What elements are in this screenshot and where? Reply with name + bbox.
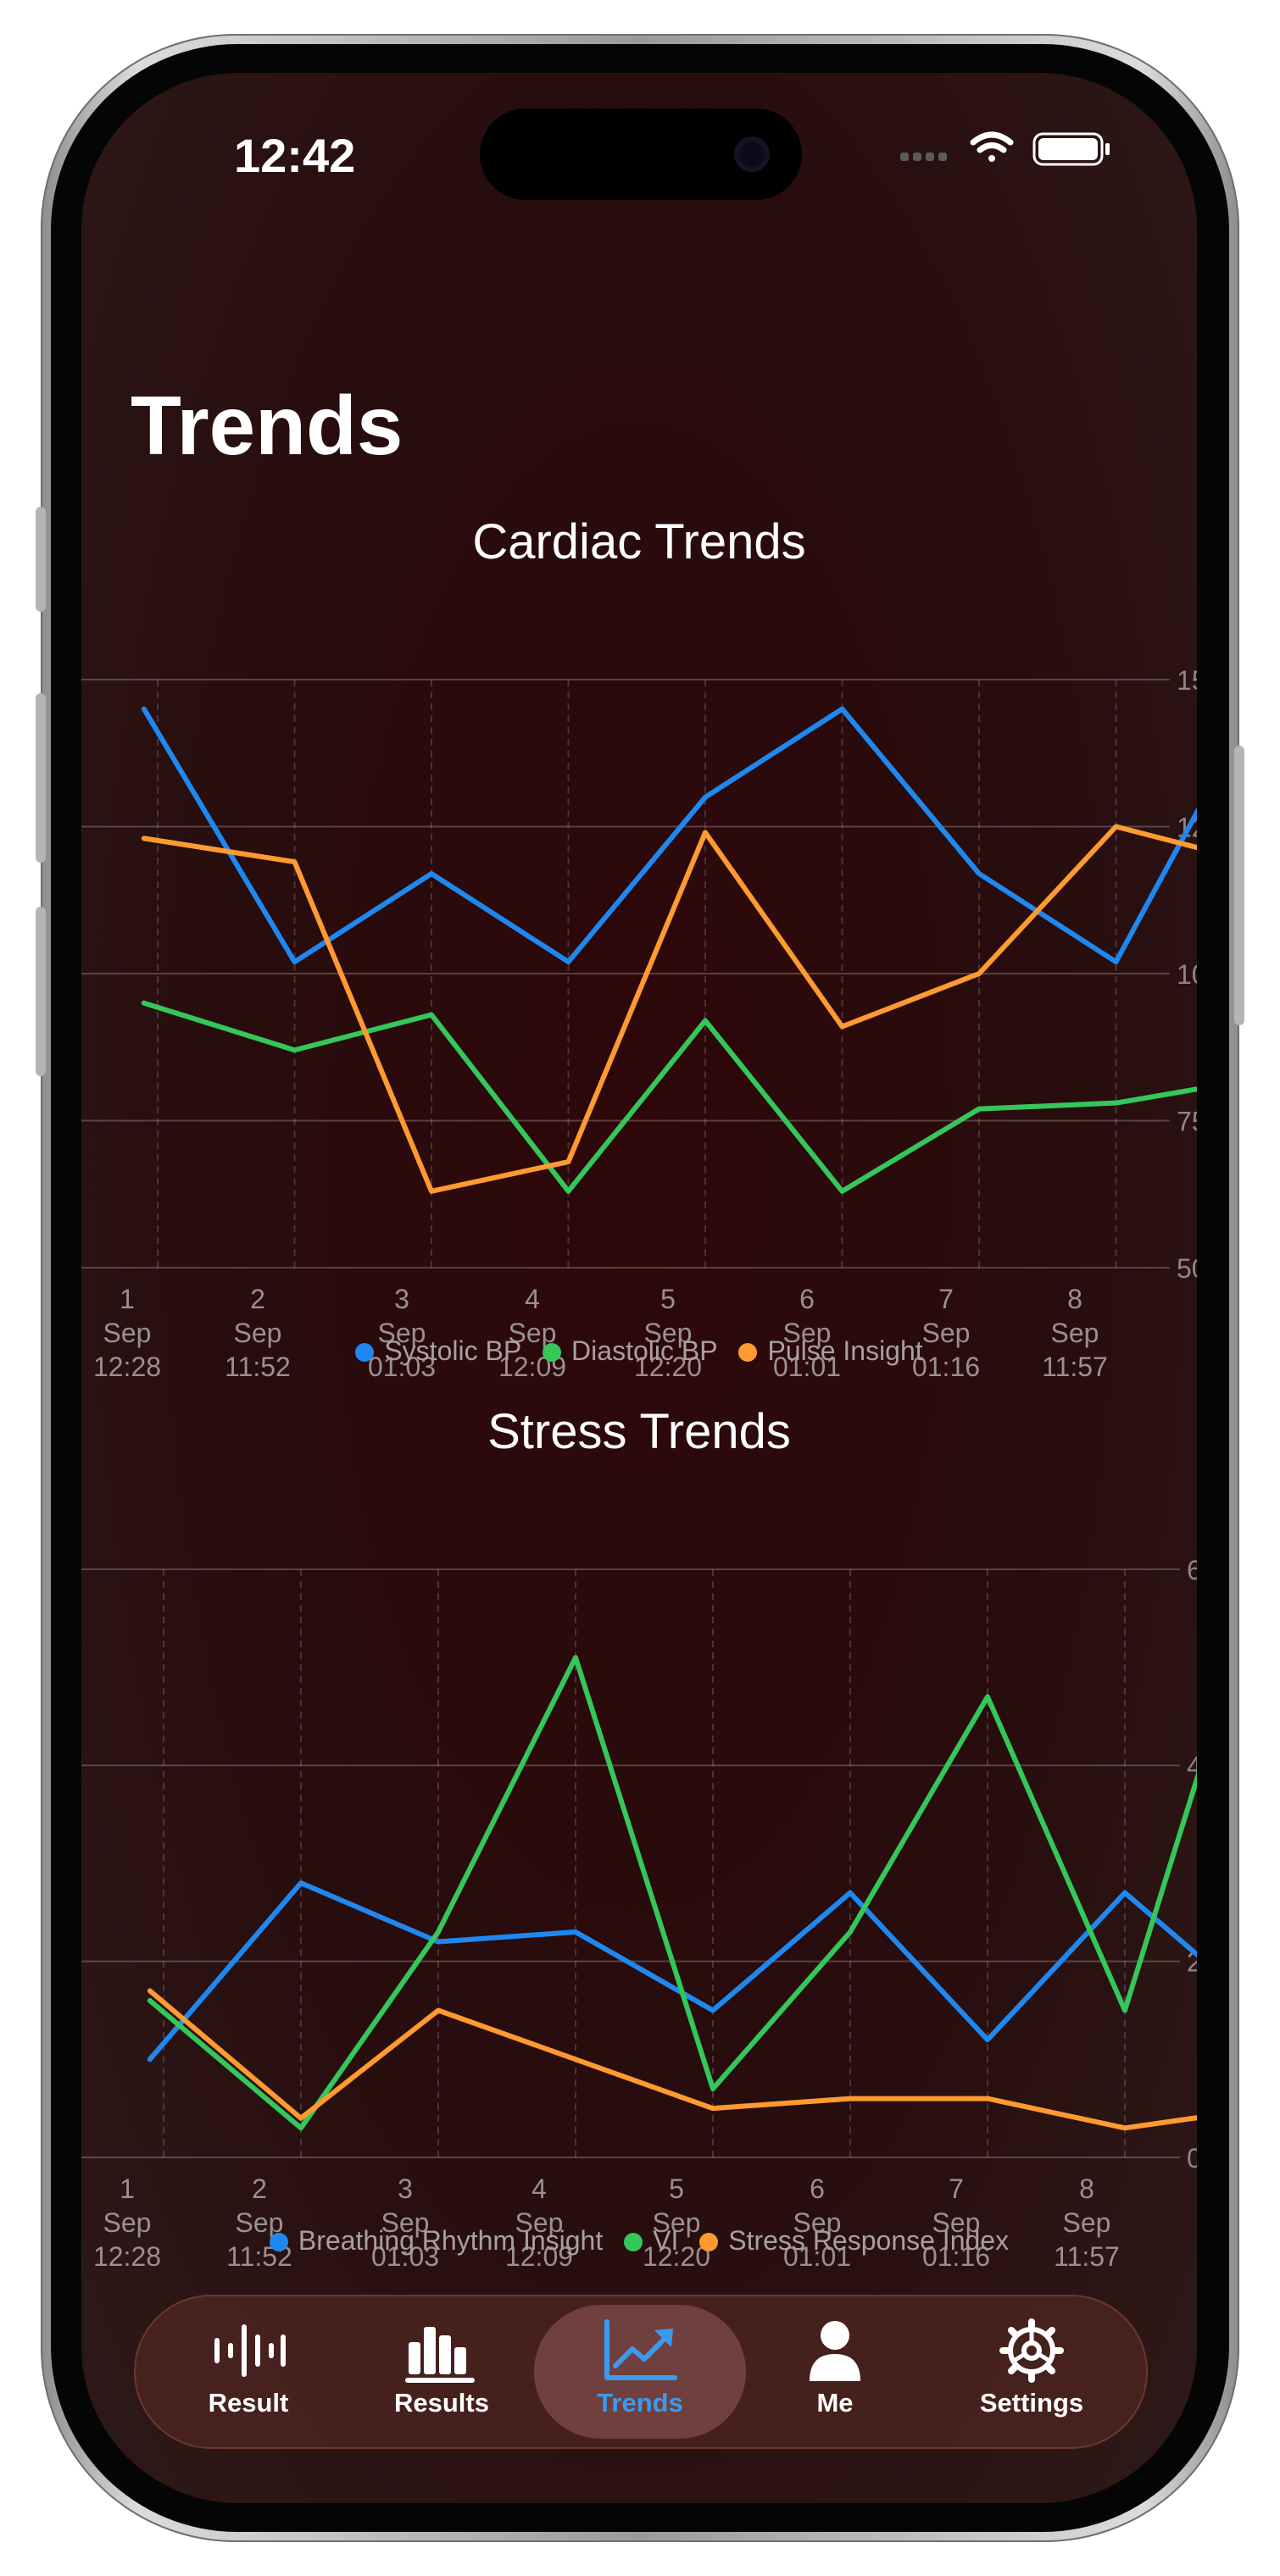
series-line: [147, 1988, 1197, 2131]
x-tick-label: 7 Sep 01:16: [922, 2174, 990, 2272]
tab-settings[interactable]: Settings: [934, 2305, 1129, 2439]
x-tick-label: 1 Sep 12:28: [93, 2174, 161, 2272]
x-tick-label: 3 Sep 01:03: [368, 1284, 436, 1382]
x-tick-label: 1 Sep 12:28: [93, 1284, 161, 1382]
cardiac-chart-title: Cardiac Trends: [472, 514, 806, 569]
legend-dot: [269, 2233, 288, 2251]
legend-label: VI: [653, 2225, 679, 2256]
legend-item: Diastolic BP: [543, 1335, 718, 1366]
volume-down-button: [36, 907, 46, 1076]
series-line: [141, 1000, 1197, 1194]
stress-trends-chart: 02461 Sep 12:282 Sep 11:523 Sep 01:034 Sep 12:09…: [81, 1555, 1197, 2272]
legend-dot: [355, 1343, 375, 1362]
tab-label: Trends: [597, 2388, 683, 2418]
series-line: [141, 706, 1197, 965]
legend-label: Breathing Rhythm Insight: [298, 2225, 604, 2256]
y-tick-label: 0: [1187, 2143, 1197, 2174]
legend-item: VI: [624, 2225, 678, 2256]
action-button: [36, 507, 46, 612]
legend-item: Systolic BP: [355, 1335, 521, 1366]
x-tick-label: 3 Sep 01:03: [371, 2174, 439, 2272]
legend-dot: [624, 2233, 643, 2251]
tab-trends[interactable]: Trends: [534, 2305, 746, 2439]
gear-icon: [999, 2318, 1064, 2383]
power-button: [1234, 746, 1244, 1025]
cardiac-trends-chart: 50751012151 Sep 12:282 Sep 11:523 Sep 01:034 Se…: [81, 665, 1197, 1382]
signal-icon: [900, 153, 947, 161]
x-tick-label: 6 Sep 01:01: [783, 2174, 851, 2272]
x-tick-label: 2 Sep 11:52: [226, 2174, 292, 2272]
tab-label: Results: [394, 2388, 489, 2418]
wifi-icon: [970, 131, 1014, 162]
person-icon: [810, 2321, 860, 2381]
stress-chart-title: Stress Trends: [487, 1404, 791, 1459]
cardiac-legend: Systolic BP Diastolic BP Pulse Insight: [81, 1335, 1197, 1367]
screen: 12:42 Trends Cardiac Trends 50 75 10 12 15 1 S…: [81, 73, 1197, 2503]
x-tick-label: 8 Sep 11:57: [1054, 2174, 1120, 2272]
y-tick-label: 75: [1177, 1107, 1197, 1137]
y-tick-label: 15: [1177, 665, 1197, 696]
legend-item: Breathing Rhythm Insight: [269, 2225, 604, 2256]
x-tick-label: 4 Sep 12:09: [505, 2174, 573, 2272]
bar-chart-icon: [405, 2327, 475, 2383]
tab-me[interactable]: Me: [737, 2305, 932, 2439]
legend-label: Diastolic BP: [571, 1335, 718, 1366]
x-tick-label: 4 Sep 12:09: [498, 1284, 566, 1382]
dynamic-island: [480, 108, 802, 200]
battery-icon: [1032, 132, 1110, 166]
trend-chart-icon: [604, 2319, 677, 2380]
legend-label: Systolic BP: [384, 1335, 522, 1366]
series-line: [141, 824, 1197, 1194]
tab-bar: Result Results Trends Me Settings: [134, 2295, 1148, 2449]
x-tick-label: 8 Sep 11:57: [1042, 1284, 1108, 1382]
tab-label: Result: [208, 2388, 289, 2418]
x-tick-label: 5 Sep 12:20: [643, 2174, 710, 2272]
status-time: 12:42: [234, 129, 356, 182]
x-tick-label: 2 Sep 11:52: [225, 1284, 291, 1382]
y-tick-label: 6: [1187, 1555, 1197, 1585]
y-tick-label: 10: [1177, 959, 1197, 990]
page-title: Trends: [131, 379, 403, 472]
legend-label: Stress Response Index: [728, 2225, 1010, 2256]
tab-label: Settings: [979, 2388, 1084, 2418]
x-tick-label: 7 Sep 01:16: [912, 1284, 980, 1382]
legend-dot: [543, 1343, 562, 1362]
status-icons: [900, 127, 1121, 169]
tab-results[interactable]: Results: [344, 2305, 539, 2439]
legend-item: Pulse Insight: [738, 1335, 923, 1366]
legend-dot: [699, 2233, 719, 2251]
legend-dot: [738, 1343, 758, 1362]
waveform-icon: [214, 2324, 286, 2377]
tab-label: Me: [816, 2388, 854, 2418]
volume-up-button: [36, 693, 46, 863]
series-line: [147, 1655, 1197, 2131]
camera-icon: [734, 136, 770, 172]
y-tick-label: 50: [1177, 1253, 1197, 1284]
x-tick-label: 6 Sep 01:01: [773, 1284, 841, 1382]
tab-result[interactable]: Result: [151, 2305, 346, 2439]
legend-label: Pulse Insight: [767, 1335, 923, 1366]
legend-item: Stress Response Index: [699, 2225, 1009, 2256]
stress-legend: Breathing Rhythm Insight VI Stress Respo…: [81, 2225, 1197, 2257]
x-tick-label: 5 Sep 12:20: [634, 1284, 702, 1382]
